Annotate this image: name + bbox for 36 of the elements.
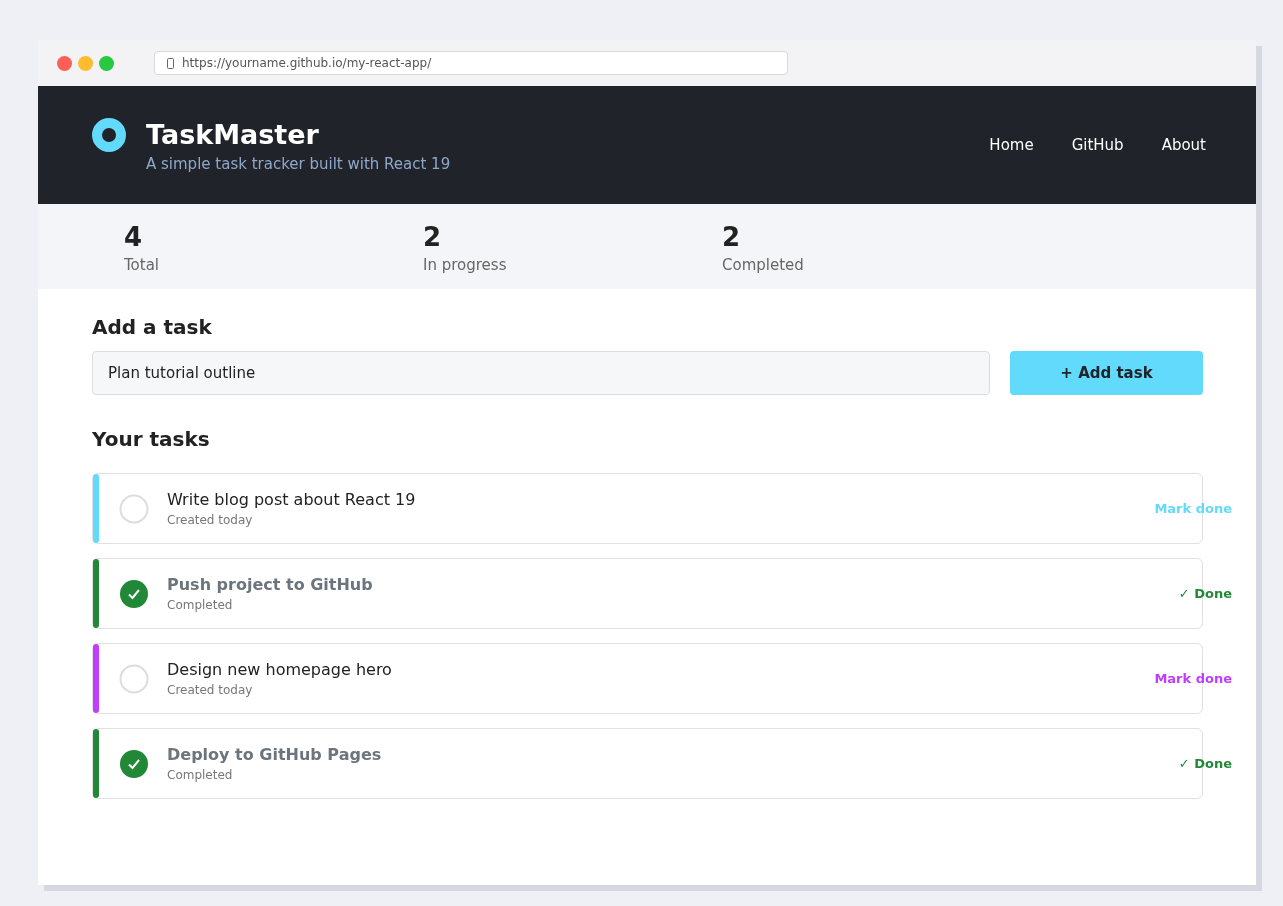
checked-circle-icon[interactable]	[119, 578, 149, 609]
nav-link[interactable]: GitHub	[1071, 136, 1124, 154]
stat-label: Completed	[722, 256, 805, 274]
task-meta: Created today	[167, 683, 254, 697]
task-meta: Completed	[167, 598, 234, 612]
app-subtitle: A simple task tracker built with React 19	[146, 155, 451, 173]
nav-link[interactable]: About	[1161, 136, 1206, 154]
ring-logo-icon	[92, 118, 126, 152]
done-label: ✓ Done	[1178, 586, 1232, 601]
checked-circle-icon[interactable]	[119, 748, 149, 779]
task-title: Write blog post about React 19	[167, 490, 417, 509]
close-dot[interactable]	[57, 55, 72, 71]
mark-done-button[interactable]: Mark done	[1154, 671, 1232, 686]
stat-label: Total	[124, 256, 161, 274]
empty-circle-icon[interactable]	[119, 663, 149, 694]
minimize-dot[interactable]	[78, 55, 93, 71]
address-bar[interactable]: https://yourname.github.io/my-react-app/	[154, 51, 788, 75]
task-title: Design new homepage hero	[167, 660, 393, 679]
maximize-dot[interactable]	[99, 55, 114, 71]
add-task-button[interactable]: + Add task	[1010, 351, 1203, 395]
nav-link[interactable]: Home	[989, 136, 1034, 154]
task-title: Push project to GitHub	[167, 575, 374, 594]
done-label: ✓ Done	[1178, 756, 1232, 771]
stat-value: 2	[423, 222, 443, 252]
stat-value: 2	[722, 222, 742, 252]
task-input-field[interactable]: Plan tutorial outline	[92, 351, 990, 395]
stat-label: In progress	[423, 256, 508, 274]
page-icon	[167, 57, 174, 69]
task-meta: Created today	[167, 513, 254, 527]
app-title: TaskMaster	[146, 118, 320, 152]
task-title: Deploy to GitHub Pages	[167, 745, 383, 764]
task-meta: Completed	[167, 768, 234, 782]
empty-circle-icon[interactable]	[119, 493, 149, 524]
section-heading: Add a task	[92, 315, 213, 339]
section-heading: Your tasks	[92, 427, 211, 451]
stat-value: 4	[124, 222, 144, 252]
